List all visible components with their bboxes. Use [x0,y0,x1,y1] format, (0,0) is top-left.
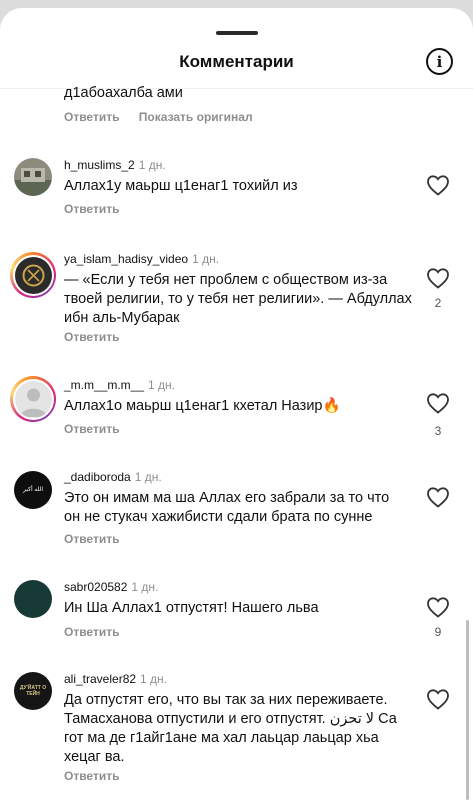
comment-text: Аллах1у маьрш ц1енаг1 тохийл из [64,178,298,194]
comment-actions: Ответить [64,769,135,783]
comment-text: Это он имам ма ша Аллах его забрали за т… [64,490,390,525]
username[interactable]: _m.m__m.m__ [64,378,144,392]
scrollbar[interactable] [466,620,469,800]
avatar-label: ДУ'ЙАТТ О ТЕЙН [19,685,47,697]
heart-icon[interactable] [426,174,450,196]
timestamp: 1 дн. [192,252,220,266]
timestamp: 1 дн. [138,158,166,172]
reply-button[interactable]: Ответить [64,422,119,436]
username[interactable]: sabr020582 [64,580,127,594]
username[interactable]: _dadiboroda [64,470,131,484]
reply-button[interactable]: Ответить [64,330,119,344]
comment-meta: ya_islam_hadisy_video 1 дн. [64,252,219,266]
avatar[interactable] [14,580,52,618]
comment-meta: _dadiboroda 1 дн. [64,470,162,484]
like-count: 9 [434,625,442,639]
heart-icon[interactable] [426,596,450,618]
comment-meta: ali_traveler82 1 дн. [64,672,167,686]
comment-meta: sabr020582 1 дн. [64,580,158,594]
avatar[interactable]: ДУ'ЙАТТ О ТЕЙН [14,672,52,710]
timestamp: 1 дн. [131,580,159,594]
heart-icon[interactable] [426,392,450,414]
reply-button[interactable]: Ответить [64,625,119,639]
reply-button[interactable]: Ответить [64,769,119,783]
comment-actions: Ответить [64,202,135,216]
username[interactable]: h_muslims_2 [64,158,135,172]
info-icon[interactable]: i [426,48,453,75]
comment-actions: Ответить [64,330,135,344]
comments-sheet: Комментарии i д1абоахалба ами Ответить П… [0,8,473,808]
comment-meta: _m.m__m.m__ 1 дн. [64,378,175,392]
avatar[interactable] [14,158,52,196]
avatar[interactable] [10,376,56,422]
heart-icon[interactable] [426,267,450,289]
timestamp: 1 дн. [140,672,168,686]
comment-actions: Ответить [64,625,135,639]
heart-icon[interactable] [426,688,450,710]
comment-text: — «Если у тебя нет проблем с обществом и… [64,272,412,326]
username[interactable]: ya_islam_hadisy_video [64,252,188,266]
like-count: 2 [434,296,442,310]
avatar[interactable]: الله أكبر [14,471,52,509]
comment-text: Аллах1о маьрш ц1енаг1 кхетал Назир🔥 [64,398,341,414]
heart-icon[interactable] [426,486,450,508]
avatar[interactable] [10,252,56,298]
timestamp: 1 дн. [148,378,176,392]
comment-meta: h_muslims_2 1 дн. [64,158,166,172]
comment-text-partial: д1абоахалба ами [64,85,183,101]
timestamp: 1 дн. [134,470,162,484]
comment-actions-partial: Ответить Показать оригинал [64,110,269,124]
comment-actions: Ответить [64,422,135,436]
avatar-label: الله أكبر [22,486,43,493]
comment-text: Да отпустят его, что вы так за них переж… [64,692,397,765]
comment-text: Ин Ша Аллах1 отпустят! Нашего льва [64,600,319,616]
like-count: 3 [434,424,442,438]
reply-button[interactable]: Ответить [64,110,119,124]
page-title: Комментарии [179,52,294,71]
reply-button[interactable]: Ответить [64,202,119,216]
comment-actions: Ответить [64,532,135,546]
show-original-button[interactable]: Показать оригинал [139,110,253,124]
sheet-grabber-handle[interactable] [216,31,258,35]
reply-button[interactable]: Ответить [64,532,119,546]
username[interactable]: ali_traveler82 [64,672,136,686]
